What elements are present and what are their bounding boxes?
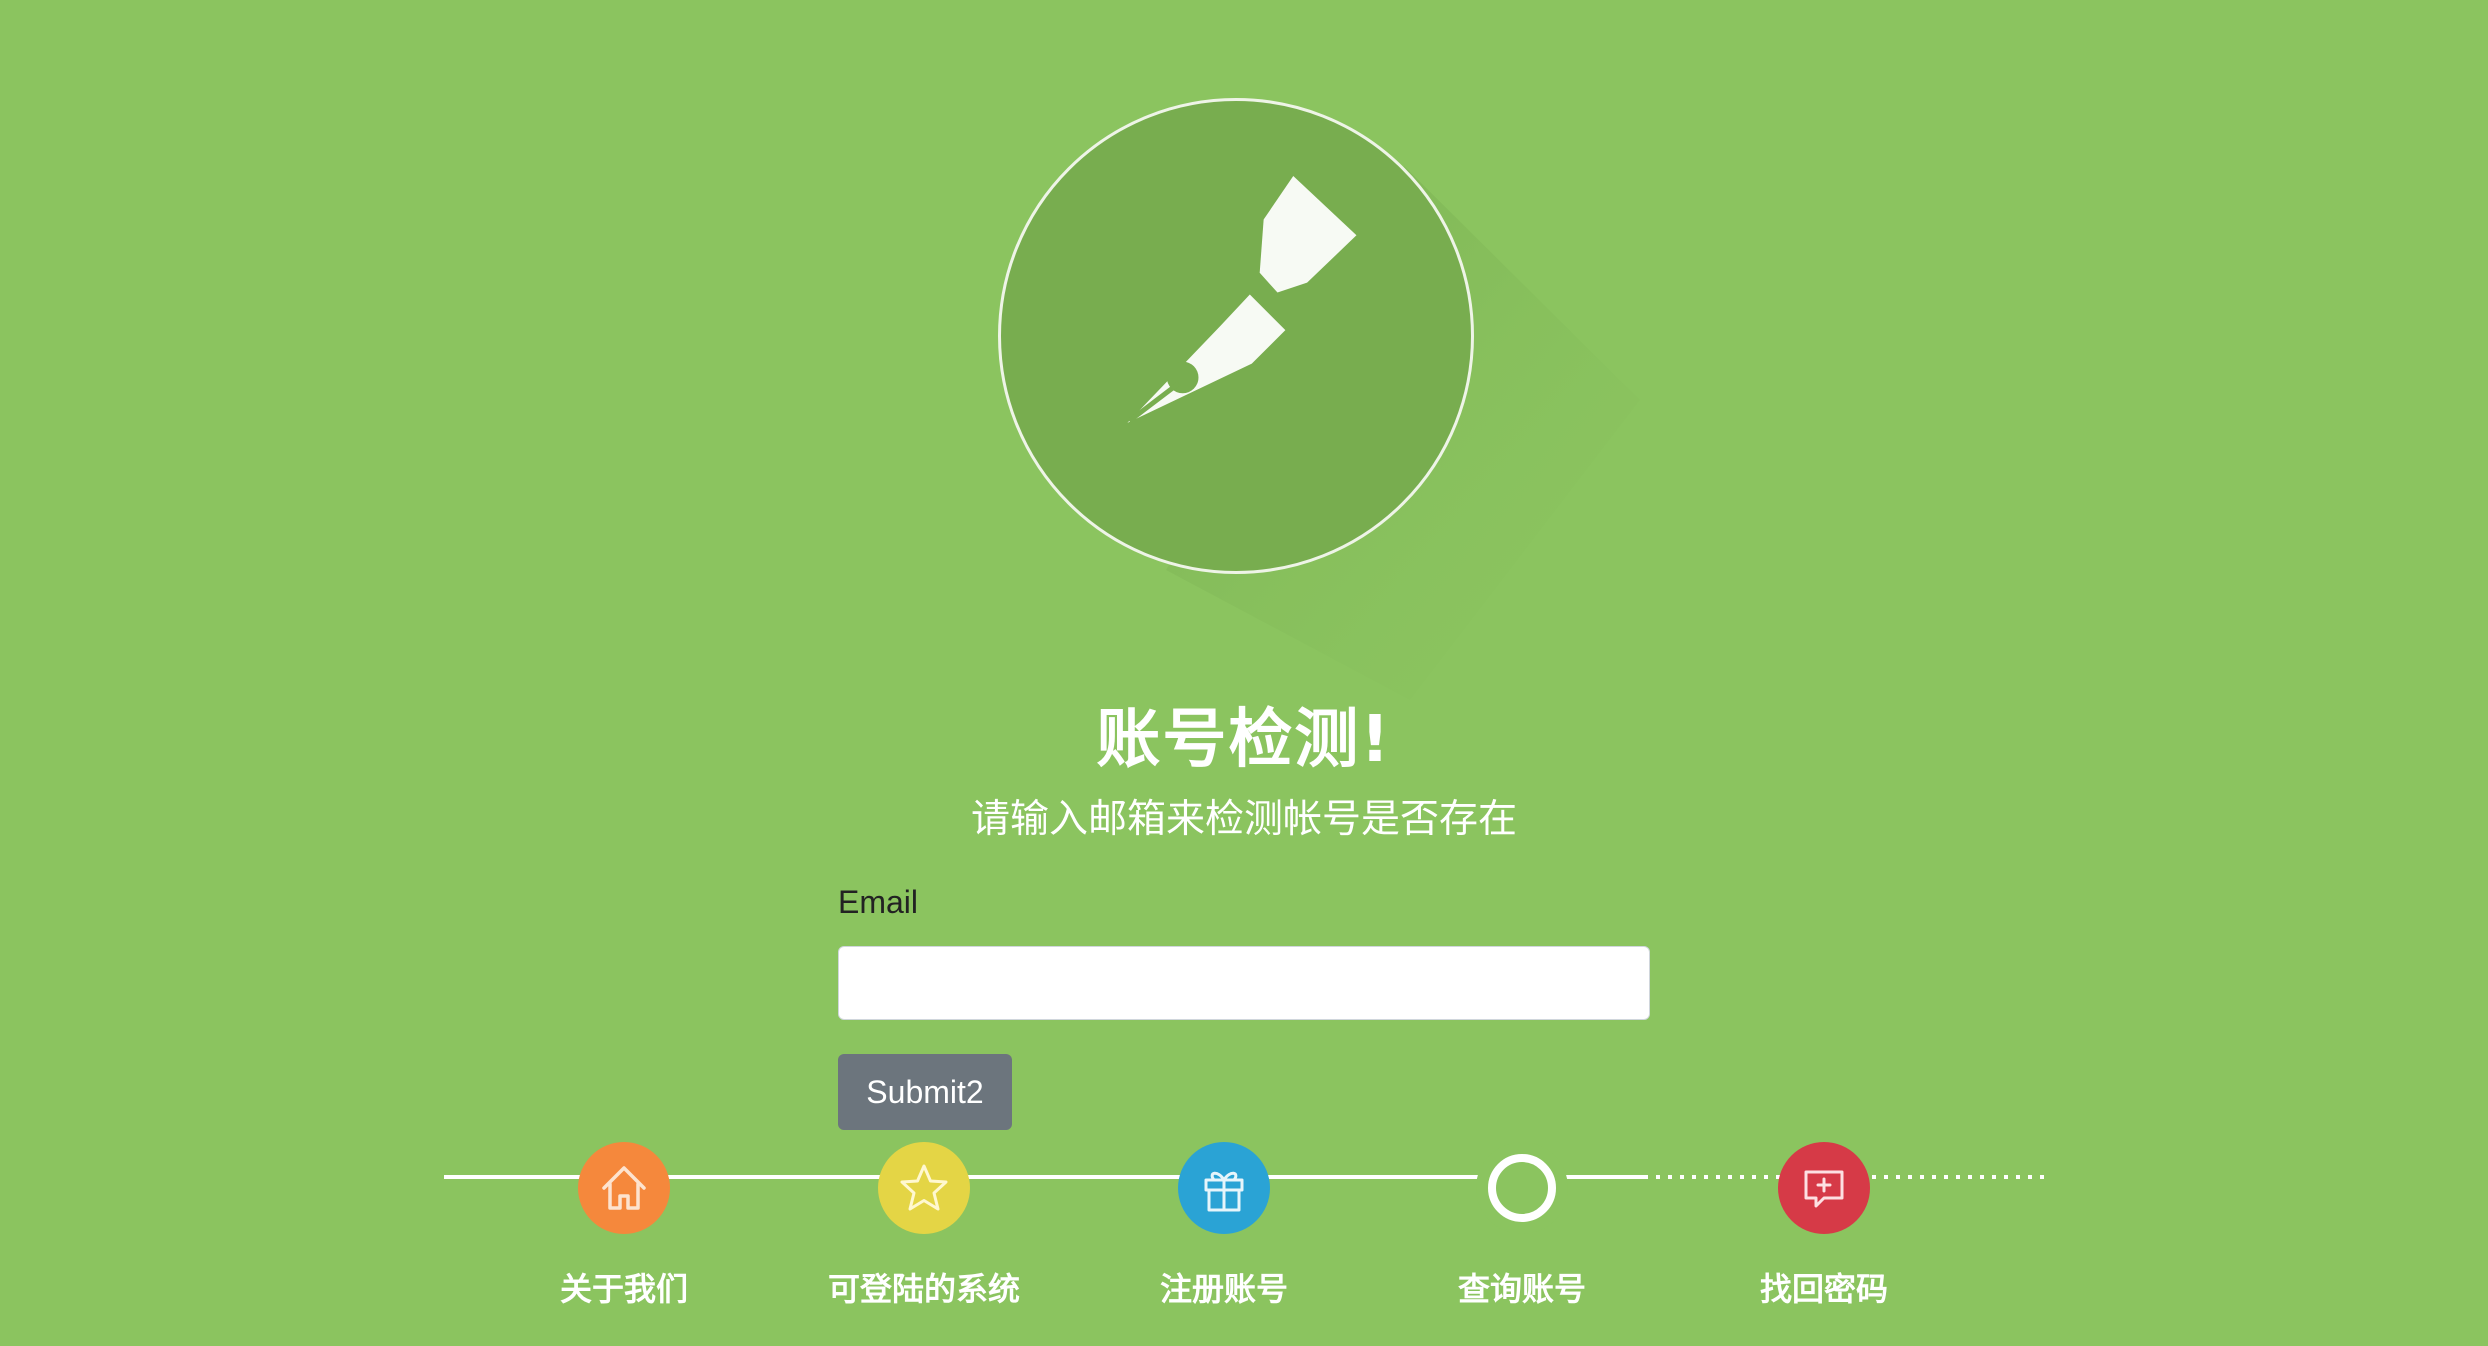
submit-button[interactable]: Submit2 (838, 1054, 1012, 1130)
page-subtitle: 请输入邮箱来检测帐号是否存在 (970, 797, 1517, 842)
nav-node-register[interactable] (1178, 1142, 1270, 1234)
nav-node-recover[interactable] (1778, 1142, 1870, 1234)
star-icon (900, 1164, 948, 1211)
nav-node-about[interactable] (578, 1142, 670, 1234)
ring-icon (1488, 1154, 1556, 1222)
pen-emblem (998, 98, 1474, 574)
page: 账号检测! 请输入邮箱来检测帐号是否存在 Email Submit2 关于我们 … (0, 0, 2488, 1346)
email-input[interactable] (838, 946, 1650, 1020)
page-title: 账号检测! (1096, 703, 1392, 777)
nav-label-about[interactable]: 关于我们 (474, 1264, 774, 1310)
nav-label-recover[interactable]: 找回密码 (1674, 1264, 1974, 1310)
gift-icon (1204, 1171, 1244, 1212)
nav-node-query[interactable] (1476, 1142, 1568, 1234)
fountain-pen-icon (1127, 176, 1357, 423)
nav-label-systems[interactable]: 可登陆的系统 (774, 1264, 1074, 1310)
nav-node-systems[interactable] (878, 1142, 970, 1234)
nav-label-query[interactable]: 查询账号 (1372, 1264, 1672, 1310)
home-icon (602, 1166, 646, 1210)
email-label: Email (838, 884, 919, 920)
nav-label-register[interactable]: 注册账号 (1074, 1264, 1374, 1310)
chat-plus-icon (1804, 1170, 1844, 1208)
